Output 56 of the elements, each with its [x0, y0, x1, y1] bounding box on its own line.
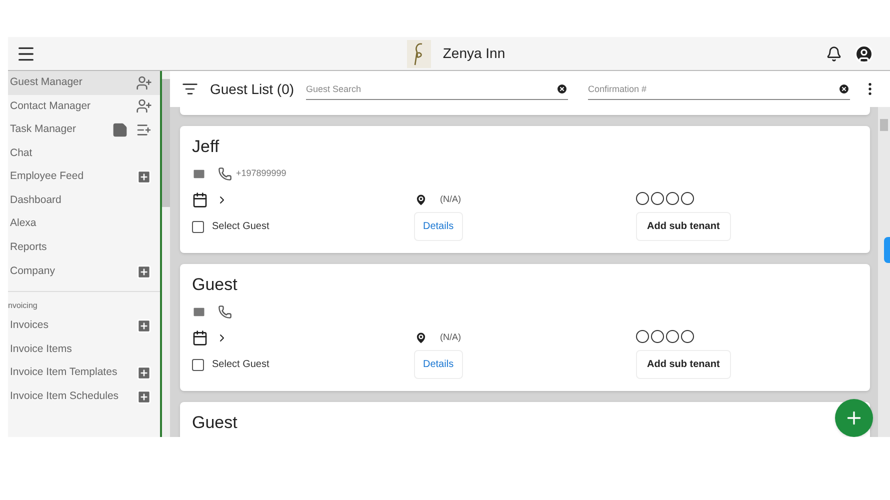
guest-name: Guest — [192, 412, 238, 434]
guest-name: Guest — [192, 274, 238, 296]
sidebar-item[interactable]: Company — [8, 260, 160, 284]
clear-icon[interactable] — [838, 82, 850, 94]
add-sub-tenant-button[interactable]: Add sub tenant — [636, 212, 731, 241]
list-title: Guest List (0) — [210, 80, 294, 99]
add-icon[interactable] — [136, 388, 152, 405]
location-icon — [414, 193, 428, 207]
select-label: Select Guest — [212, 220, 270, 234]
add-icon[interactable] — [136, 264, 152, 280]
add-icon[interactable] — [136, 318, 152, 334]
filter-icon[interactable] — [182, 81, 198, 97]
calendar-icon[interactable] — [192, 330, 208, 346]
notification-icon[interactable] — [826, 46, 842, 62]
sidebar-item[interactable]: Invoices — [8, 314, 160, 338]
select-checkbox[interactable] — [192, 220, 204, 232]
confirmation-field[interactable]: Confirmation # — [588, 78, 838, 99]
list-add-icon[interactable] — [136, 122, 152, 138]
details-button[interactable]: Details — [414, 350, 463, 379]
main-scrollbar[interactable] — [878, 107, 890, 437]
select-checkbox[interactable] — [192, 358, 204, 370]
location-icon — [414, 331, 428, 345]
sidebar-item[interactable]: Dashboard — [8, 188, 160, 213]
guest-search-field[interactable]: Guest Search — [306, 78, 556, 99]
sidebar-item[interactable]: Contact Manager — [8, 94, 160, 118]
sidebar-item[interactable]: Invoice Item Schedules — [8, 385, 160, 409]
note-icon[interactable] — [112, 122, 128, 138]
add-icon[interactable] — [136, 365, 152, 382]
app-title: Zenya Inn — [442, 44, 506, 63]
calendar-icon[interactable] — [192, 192, 208, 208]
sidebar-item[interactable]: Chat — [8, 142, 160, 166]
sidebar-item[interactable]: Invoice Items — [8, 338, 160, 362]
sidebar-item[interactable]: Employee Feed — [8, 165, 160, 189]
details-button[interactable]: Details — [414, 212, 463, 241]
sidebar-scrollbar[interactable] — [160, 71, 170, 437]
sidebar-item[interactable]: Task Manager — [8, 118, 160, 142]
section-heading: nvoicing — [8, 300, 38, 312]
logo-icon — [406, 40, 431, 68]
person-add-icon[interactable] — [136, 98, 152, 114]
add-icon[interactable] — [136, 169, 152, 186]
person-add-icon[interactable] — [136, 74, 152, 91]
sidebar-item[interactable]: Reports — [8, 236, 160, 260]
select-label: Select Guest — [212, 358, 270, 372]
phone-number: +197899999 — [236, 167, 286, 180]
guest-name: Jeff — [192, 136, 220, 158]
location-text: (N/A) — [440, 193, 461, 206]
sidebar-item[interactable]: Guest Manager — [8, 71, 160, 95]
clear-icon[interactable] — [556, 82, 568, 94]
phone-icon[interactable] — [218, 167, 232, 181]
chat-tab[interactable] — [884, 237, 890, 263]
sidebar-item[interactable]: Alexa — [8, 212, 160, 236]
add-sub-tenant-button[interactable]: Add sub tenant — [636, 350, 731, 379]
account-icon[interactable] — [854, 44, 874, 64]
sidebar-item[interactable]: Invoice Item Templates — [8, 362, 160, 386]
phone-icon[interactable] — [218, 305, 232, 319]
location-text: (N/A) — [440, 331, 461, 344]
